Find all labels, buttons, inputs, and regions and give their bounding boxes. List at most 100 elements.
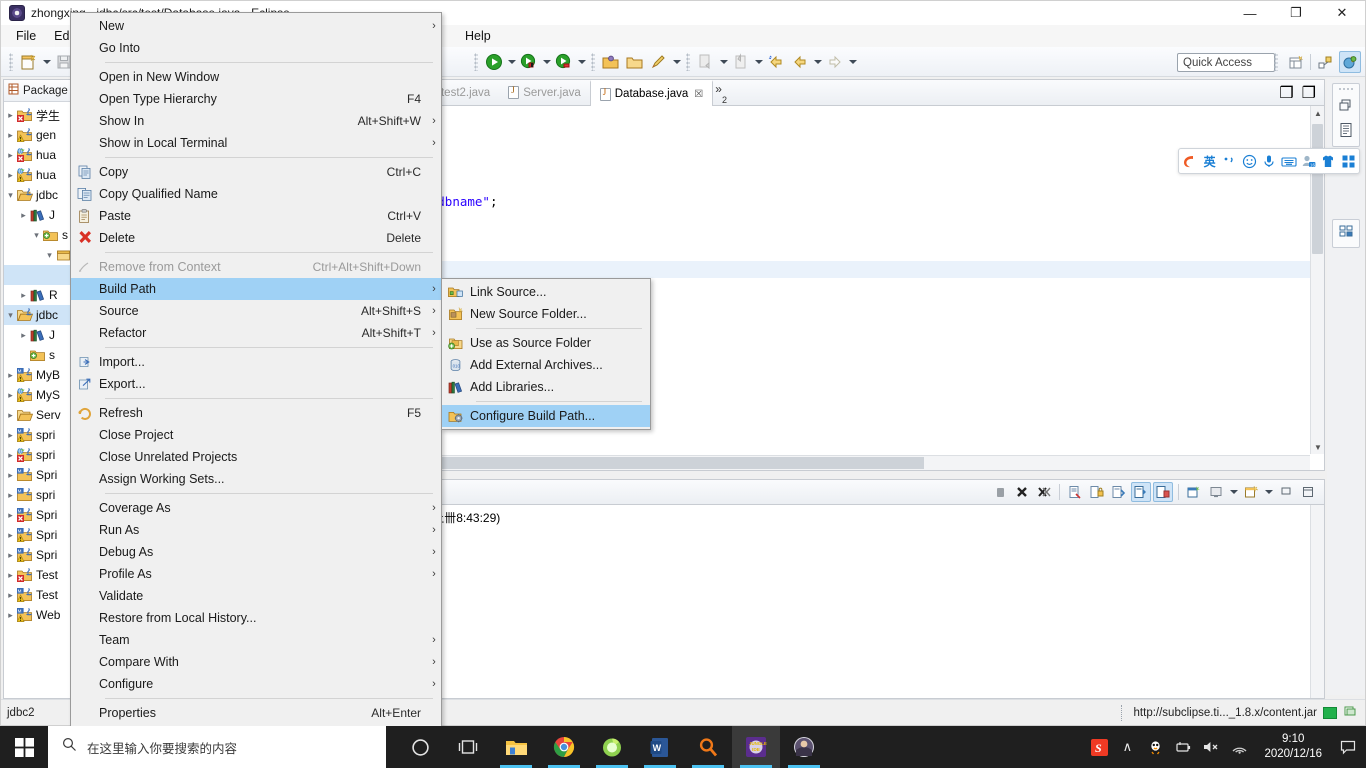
new-wizard-dropdown[interactable] bbox=[41, 52, 52, 72]
search-tool-icon[interactable] bbox=[684, 726, 732, 768]
menu-file[interactable]: File bbox=[7, 27, 45, 45]
run-icon[interactable] bbox=[483, 51, 505, 73]
twisty-collapsed-icon[interactable]: ▸ bbox=[4, 450, 17, 461]
minimize-button[interactable]: — bbox=[1227, 1, 1273, 25]
new-wizard-icon[interactable] bbox=[18, 51, 40, 73]
menu-item-add-external-archives[interactable]: 010 Add External Archives... bbox=[442, 354, 650, 376]
menu-item-assign-working-sets[interactable]: Assign Working Sets... bbox=[71, 468, 441, 490]
tree-item[interactable]: ▾ jdbc bbox=[4, 305, 70, 325]
menu-item-import[interactable]: Import... bbox=[71, 351, 441, 373]
sogou-tray-icon[interactable]: S bbox=[1090, 738, 1108, 756]
tree-item[interactable]: ▸ hua bbox=[4, 145, 70, 165]
battery-icon[interactable] bbox=[1174, 738, 1192, 756]
menu-item-use-as-source-folder[interactable]: Use as Source Folder bbox=[442, 332, 650, 354]
tree-item[interactable]: ▸ M Web bbox=[4, 605, 70, 625]
remove-launch-icon[interactable] bbox=[1012, 482, 1032, 502]
twisty-collapsed-icon[interactable]: ▸ bbox=[4, 570, 17, 581]
menu-item-new[interactable]: New › bbox=[71, 15, 441, 37]
coverage-icon[interactable] bbox=[553, 51, 575, 73]
remove-all-launches-icon[interactable] bbox=[1034, 482, 1054, 502]
twisty-expanded-icon[interactable]: ▾ bbox=[30, 230, 43, 241]
console-display-dropdown[interactable] bbox=[1228, 482, 1239, 502]
ime-language-label[interactable]: 英 bbox=[1202, 153, 1218, 170]
menu-item-refresh[interactable]: Refresh F5 bbox=[71, 402, 441, 424]
close-button[interactable]: ✕ bbox=[1319, 1, 1365, 25]
360-browser-icon[interactable] bbox=[588, 726, 636, 768]
tree-item[interactable]: ▾ jdbc bbox=[4, 185, 70, 205]
new-console-dropdown[interactable] bbox=[1263, 482, 1274, 502]
tree-item[interactable]: ▸ M Spri bbox=[4, 525, 70, 545]
menu-item-properties[interactable]: Properties Alt+Enter bbox=[71, 702, 441, 724]
prev-annotation-dropdown[interactable] bbox=[753, 52, 764, 72]
perspective-grip[interactable] bbox=[1274, 53, 1278, 71]
menu-item-configure-build-path[interactable]: Configure Build Path... bbox=[442, 405, 650, 427]
toolbar-grip-2[interactable] bbox=[474, 52, 478, 71]
next-annotation-dropdown[interactable] bbox=[718, 52, 729, 72]
menu-item-delete[interactable]: Delete Delete bbox=[71, 227, 441, 249]
editor-maximize-icon[interactable]: ❐ bbox=[1302, 83, 1316, 103]
open-type-icon[interactable] bbox=[600, 51, 622, 73]
maximize-button[interactable]: ❐ bbox=[1273, 1, 1319, 25]
menu-item-profile-as[interactable]: Profile As › bbox=[71, 563, 441, 585]
properties-view-icon[interactable] bbox=[1338, 223, 1354, 244]
debug-icon[interactable] bbox=[518, 51, 540, 73]
coverage-dropdown[interactable] bbox=[576, 52, 587, 72]
eclipse-app-icon[interactable] bbox=[780, 726, 828, 768]
editor-tab[interactable]: Server.java bbox=[499, 80, 590, 105]
tree-item[interactable]: ▸ M MyB bbox=[4, 365, 70, 385]
twisty-expanded-icon[interactable]: ▾ bbox=[4, 310, 17, 321]
editor-minimize-icon[interactable]: ❒ bbox=[1279, 83, 1293, 103]
display-selected-console-dd-icon[interactable] bbox=[1206, 482, 1226, 502]
tree-item[interactable]: ▸ M Test bbox=[4, 585, 70, 605]
tree-item[interactable]: ▸ M Spri bbox=[4, 505, 70, 525]
scroll-thumb[interactable] bbox=[1312, 124, 1323, 254]
file-explorer-icon[interactable] bbox=[492, 726, 540, 768]
menu-item-refactor[interactable]: Refactor Alt+Shift+T › bbox=[71, 322, 441, 344]
terminate-icon[interactable] bbox=[990, 482, 1010, 502]
tree-item[interactable]: ▸ M Spri bbox=[4, 465, 70, 485]
forward-history-icon[interactable] bbox=[789, 51, 811, 73]
menu-item-export[interactable]: Export... bbox=[71, 373, 441, 395]
pin-console-icon[interactable] bbox=[1131, 482, 1151, 502]
tree-item[interactable]: ▾ s bbox=[4, 225, 70, 245]
menu-item-team[interactable]: Team › bbox=[71, 629, 441, 651]
restore-editor-icon[interactable] bbox=[1338, 98, 1354, 117]
twisty-collapsed-icon[interactable]: ▸ bbox=[4, 590, 17, 601]
outline-view-icon[interactable] bbox=[1338, 122, 1354, 143]
menu-item-debug-as[interactable]: Debug As › bbox=[71, 541, 441, 563]
menu-item-link-source[interactable]: Link Source... bbox=[442, 281, 650, 303]
menu-item-close-unrelated-projects[interactable]: Close Unrelated Projects bbox=[71, 446, 441, 468]
menu-item-run-as[interactable]: Run As › bbox=[71, 519, 441, 541]
show-console-on-output-icon[interactable] bbox=[1109, 482, 1129, 502]
tree-item[interactable]: ▸ J bbox=[4, 205, 70, 225]
scroll-lock-icon[interactable] bbox=[1087, 482, 1107, 502]
tree-item[interactable]: J bbox=[4, 265, 70, 285]
menu-item-build-path[interactable]: Build Path › bbox=[71, 278, 441, 300]
menu-item-coverage-as[interactable]: Coverage As › bbox=[71, 497, 441, 519]
menu-item-compare-with[interactable]: Compare With › bbox=[71, 651, 441, 673]
menu-item-new-source-folder[interactable]: New Source Folder... bbox=[442, 303, 650, 325]
twisty-collapsed-icon[interactable]: ▸ bbox=[4, 150, 17, 161]
back-history-icon[interactable] bbox=[765, 51, 787, 73]
ime-punctuation-toggle-icon[interactable] bbox=[1222, 153, 1238, 170]
twisty-collapsed-icon[interactable]: ▸ bbox=[17, 210, 30, 221]
tree-item[interactable]: ▸ Test bbox=[4, 565, 70, 585]
twisty-collapsed-icon[interactable]: ▸ bbox=[4, 550, 17, 561]
cortana-icon[interactable] bbox=[396, 726, 444, 768]
keyboard-icon[interactable] bbox=[1281, 153, 1297, 170]
tree-item[interactable]: ▾ bbox=[4, 245, 70, 265]
forward-arrow-icon[interactable] bbox=[824, 51, 846, 73]
twisty-collapsed-icon[interactable]: ▸ bbox=[4, 430, 17, 441]
menu-item-copy[interactable]: Copy Ctrl+C bbox=[71, 161, 441, 183]
twisty-collapsed-icon[interactable]: ▸ bbox=[4, 470, 17, 481]
editor-tab-overflow[interactable]: » 2 bbox=[713, 80, 731, 105]
emoji-icon[interactable] bbox=[1241, 153, 1257, 170]
network-icon[interactable] bbox=[1230, 738, 1248, 756]
volume-mute-icon[interactable] bbox=[1202, 738, 1220, 756]
task-view-icon[interactable] bbox=[444, 726, 492, 768]
menu-item-restore-from-local-history[interactable]: Restore from Local History... bbox=[71, 607, 441, 629]
taskbar-search-box[interactable]: 在这里输入你要搜索的内容 bbox=[48, 726, 386, 768]
twisty-collapsed-icon[interactable]: ▸ bbox=[4, 610, 17, 621]
scroll-down-icon[interactable]: ▼ bbox=[1311, 440, 1325, 454]
twisty-expanded-icon[interactable]: ▾ bbox=[43, 250, 56, 261]
